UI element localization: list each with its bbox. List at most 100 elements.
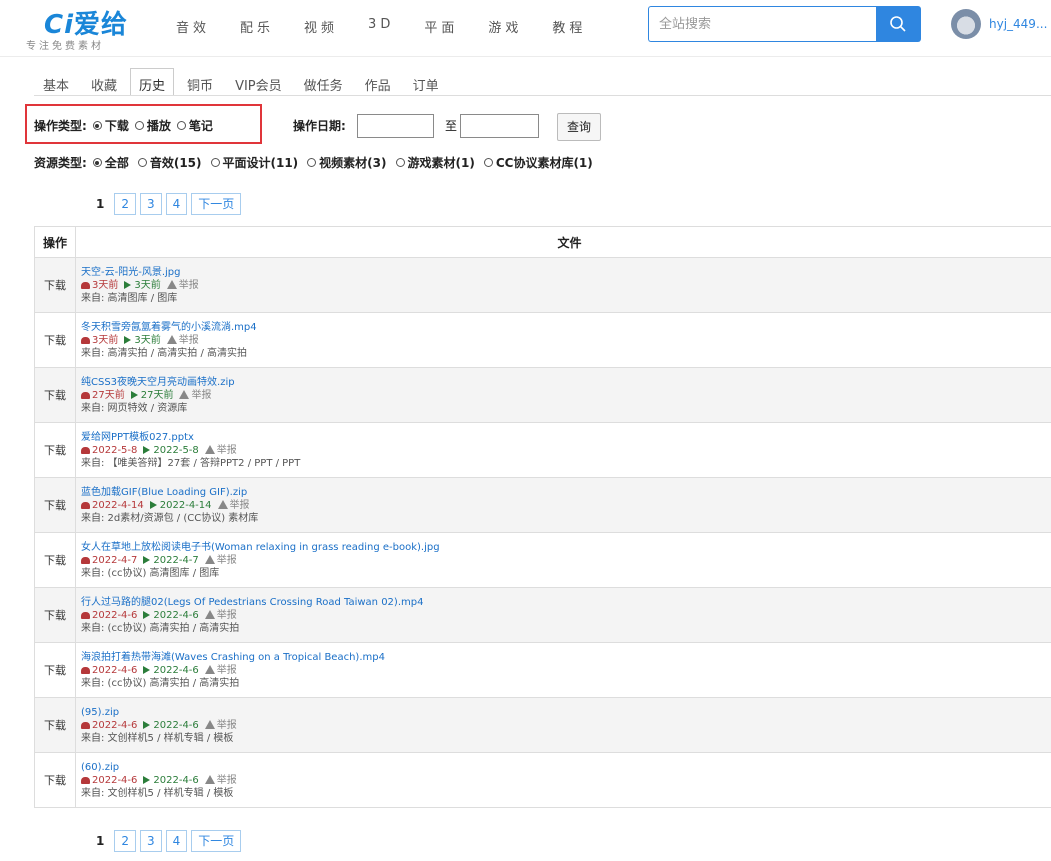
tab-favorites[interactable]: 收藏 (82, 68, 126, 96)
report-link[interactable]: 举报 (204, 719, 237, 731)
page-link-2[interactable]: 2 (114, 193, 136, 215)
file-source: 来自: 【唯美答辩】27套 / 答辩PPT2 / PPT / PPT (81, 457, 301, 469)
tab-tasks[interactable]: 做任务 (295, 68, 352, 96)
download-action[interactable]: 下载 (34, 642, 76, 698)
download-action[interactable]: 下载 (34, 257, 76, 313)
warning-icon (204, 444, 215, 454)
download-action[interactable]: 下载 (34, 477, 76, 533)
main-nav: 音效 配乐 视频 3D 平面 游戏 教程 (176, 17, 616, 37)
tab-history[interactable]: 历史 (130, 68, 175, 96)
nav-item-game[interactable]: 游戏 (488, 17, 522, 37)
report-link[interactable]: 举报 (204, 444, 237, 456)
report-link[interactable]: 举报 (179, 389, 211, 401)
play-time-wrap: 2022-4-6 (143, 665, 199, 676)
table-body: 下载 天空-云-阳光-风景.jpg 3天前 3天前 举报 来自: 高清图库 / 图库 下载冬… (34, 257, 1051, 808)
download-cloud-icon (81, 721, 90, 729)
nav-item-music[interactable]: 配乐 (240, 17, 274, 37)
download-action[interactable]: 下载 (34, 587, 76, 643)
file-name-link[interactable]: 冬天积雪旁氤氲着雾气的小溪流淌.mp4 (81, 321, 1051, 334)
radio-graphic-design[interactable]: 平面设计(11) (210, 154, 298, 171)
next-page-link[interactable]: 下一页 (191, 193, 242, 215)
report-label: 举报 (216, 609, 237, 621)
radio-note[interactable]: 笔记 (176, 117, 213, 134)
download-action[interactable]: 下载 (34, 367, 76, 423)
radio-all[interactable]: 全部 (92, 154, 129, 171)
play-time-wrap: 2022-4-6 (143, 775, 199, 786)
file-name-link[interactable]: (60).zip (81, 761, 1051, 774)
download-action[interactable]: 下载 (34, 422, 76, 478)
tab-orders[interactable]: 订单 (404, 68, 448, 96)
file-source: 来自: 2d素材/资源包 / (CC协议) 素材库 (81, 512, 259, 524)
warning-icon (204, 664, 215, 674)
file-meta: 27天前 27天前 举报 (81, 389, 1051, 402)
file-name-link[interactable]: (95).zip (81, 706, 1051, 719)
radio-label: 音效(15) (149, 156, 202, 170)
username-link[interactable]: hyj_449... (989, 17, 1047, 31)
download-action[interactable]: 下载 (34, 532, 76, 588)
nav-item-tutorial[interactable]: 教程 (552, 17, 586, 37)
tab-vip[interactable]: VIP会员 (226, 68, 291, 96)
download-action[interactable]: 下载 (34, 697, 76, 753)
download-action[interactable]: 下载 (34, 752, 76, 808)
next-page-link[interactable]: 下一页 (191, 830, 242, 852)
query-button[interactable]: 查询 (557, 113, 601, 141)
file-name-link[interactable]: 行人过马路的腿02(Legs Of Pedestrians Crossing R… (81, 596, 1051, 609)
page-link-2[interactable]: 2 (114, 830, 136, 852)
page-link-3[interactable]: 3 (140, 193, 162, 215)
radio-download[interactable]: 下载 (92, 117, 129, 134)
nav-item-sound-effects[interactable]: 音效 (176, 17, 210, 37)
nav-item-3d[interactable]: 3D (368, 17, 394, 37)
page-link-4[interactable]: 4 (165, 830, 188, 852)
search-input[interactable] (648, 6, 876, 42)
play-icon (130, 390, 138, 399)
radio-cc-library[interactable]: CC协议素材库(1) (483, 154, 593, 171)
play-time: 2022-5-8 (153, 444, 199, 456)
avatar[interactable] (951, 9, 981, 39)
report-link[interactable]: 举报 (204, 609, 237, 621)
file-meta: 2022-4-14 2022-4-14 举报 (81, 499, 1051, 512)
file-meta: 2022-5-8 2022-5-8 举报 (81, 444, 1051, 457)
download-cloud-icon (81, 336, 90, 344)
search-button[interactable] (876, 6, 921, 42)
nav-item-video[interactable]: 视频 (304, 17, 338, 37)
page-link-4[interactable]: 4 (165, 193, 188, 215)
file-name-link[interactable]: 海浪拍打着热带海滩(Waves Crashing on a Tropical B… (81, 651, 1051, 664)
radio-label: 视频素材(3) (319, 156, 387, 170)
file-name-link[interactable]: 蓝色加载GIF(Blue Loading GIF).zip (81, 486, 1051, 499)
report-label: 举报 (216, 719, 237, 731)
file-name-link[interactable]: 天空-云-阳光-风景.jpg (81, 266, 1051, 279)
table-row: 下载 (95).zip 2022-4-6 2022-4-6 举报 来自: 文创样机5 / … (34, 697, 1051, 753)
file-name-link[interactable]: 女人在草地上放松阅读电子书(Woman relaxing in grass re… (81, 541, 1051, 554)
report-link[interactable]: 举报 (166, 279, 199, 291)
report-link[interactable]: 举报 (204, 554, 237, 566)
report-link[interactable]: 举报 (166, 334, 199, 346)
play-icon (149, 500, 157, 509)
table-row: 下载 (60).zip 2022-4-6 2022-4-6 举报 来自: 文创样机5 / … (34, 752, 1051, 808)
report-link[interactable]: 举报 (217, 499, 250, 511)
tab-works[interactable]: 作品 (356, 68, 400, 96)
tab-basic[interactable]: 基本 (34, 68, 78, 96)
history-table: 操作 文件 下载 天空-云-阳光-风景.jpg 3天前 3天前 举报 来自: 高清图库 /… (34, 226, 1051, 808)
file-name-link[interactable]: 爱给网PPT模板027.pptx (81, 431, 1051, 444)
file-cell: 蓝色加载GIF(Blue Loading GIF).zip 2022-4-14 20… (75, 477, 1051, 533)
nav-item-graphic[interactable]: 平面 (424, 17, 458, 37)
date-from-input[interactable] (357, 114, 434, 138)
file-cell: 海浪拍打着热带海滩(Waves Crashing on a Tropical B… (75, 642, 1051, 698)
tab-divider (34, 95, 1051, 96)
play-time: 3天前 (134, 334, 161, 346)
radio-sound[interactable]: 音效(15) (137, 154, 202, 171)
radio-video[interactable]: 视频素材(3) (307, 154, 387, 171)
warning-icon (179, 389, 190, 399)
site-logo[interactable]: Ci爱给 专注免费素材 (26, 4, 146, 52)
download-action[interactable]: 下载 (34, 312, 76, 368)
file-cell: (95).zip 2022-4-6 2022-4-6 举报 来自: 文创样机5 / 样机… (75, 697, 1051, 753)
play-icon (143, 775, 151, 784)
page-link-3[interactable]: 3 (140, 830, 162, 852)
file-name-link[interactable]: 纯CSS3夜晚天空月亮动画特效.zip (81, 376, 1051, 389)
date-to-input[interactable] (460, 114, 539, 138)
report-link[interactable]: 举报 (204, 664, 237, 676)
tab-coins[interactable]: 铜币 (178, 68, 222, 96)
radio-game[interactable]: 游戏素材(1) (395, 154, 475, 171)
report-link[interactable]: 举报 (204, 774, 237, 786)
radio-play[interactable]: 播放 (134, 117, 171, 134)
